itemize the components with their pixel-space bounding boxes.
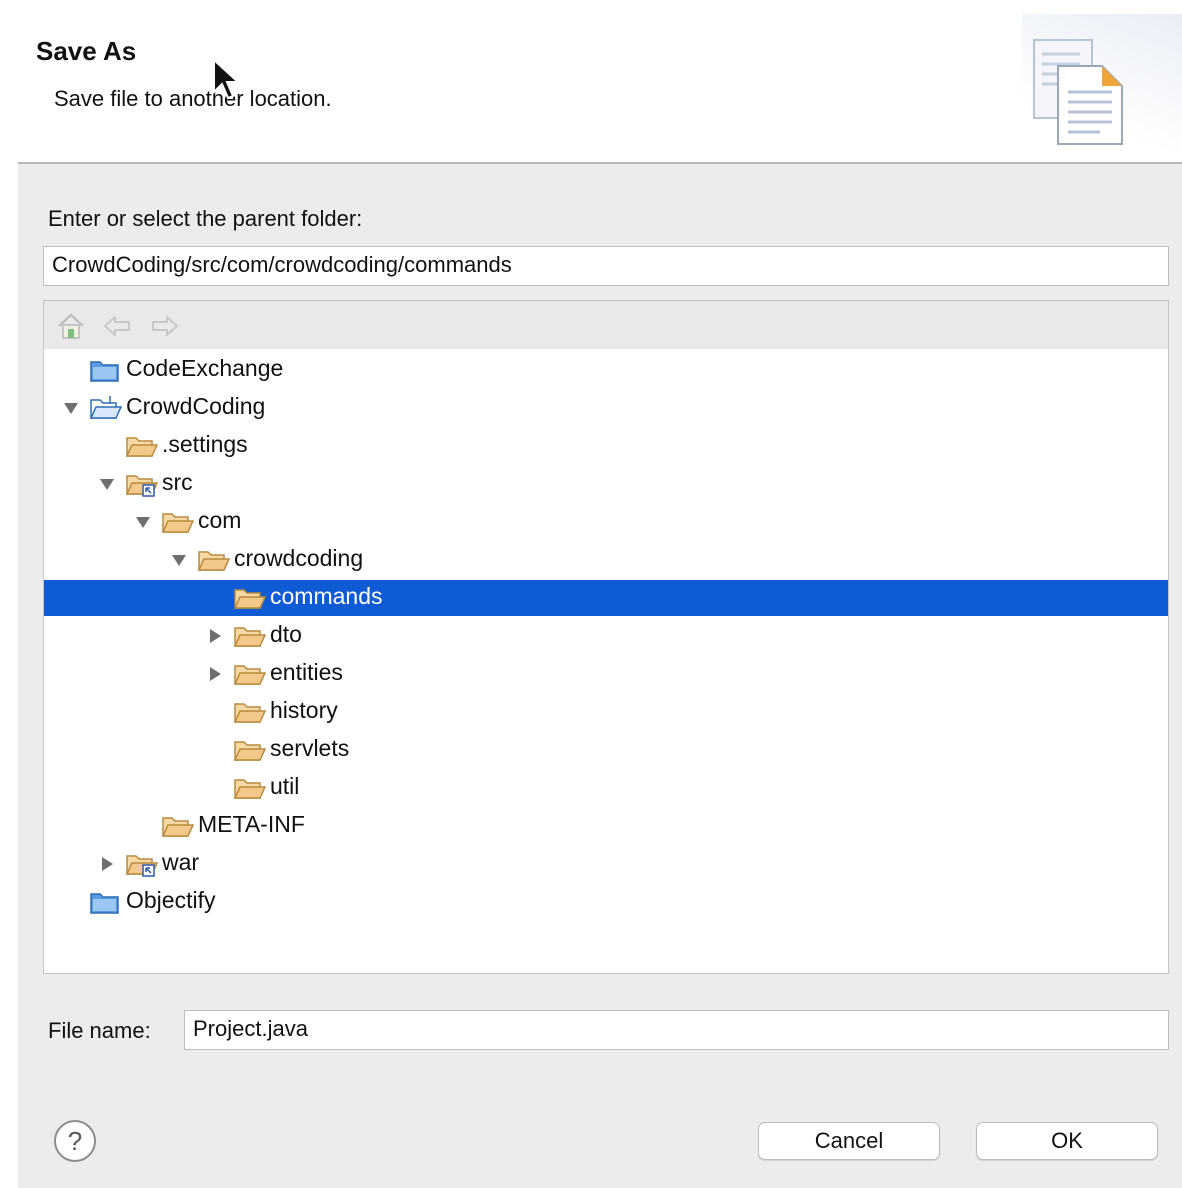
folder-icon: [233, 779, 266, 799]
mouse-cursor-icon: [213, 58, 241, 100]
tree-item-servlets[interactable]: servlets: [44, 732, 1168, 768]
tree-item-label: history: [270, 697, 338, 723]
project-open-icon: [89, 396, 122, 419]
tree-toolbar: [44, 301, 1168, 349]
collapsed-twisty-icon[interactable]: [206, 627, 224, 645]
folder-icon: [161, 817, 194, 837]
svg-text:?: ?: [68, 1126, 82, 1156]
tree-item-settings[interactable]: .settings: [44, 428, 1168, 464]
tree-item-com[interactable]: com: [44, 504, 1168, 540]
parent-folder-label: Enter or select the parent folder:: [48, 206, 363, 231]
project-closed-icon: [90, 361, 119, 382]
tree-item-crowdcoding[interactable]: CrowdCoding: [44, 390, 1168, 426]
ok-button[interactable]: OK: [976, 1122, 1158, 1160]
tree-item-label: src: [162, 469, 193, 495]
save-as-dialog: Save As Save file to another location. E…: [18, 14, 1182, 1188]
tree-item-label: META-INF: [198, 811, 305, 837]
folder-icon: [125, 437, 158, 457]
folder-icon: [161, 513, 194, 533]
cancel-button[interactable]: Cancel: [758, 1122, 940, 1160]
expanded-twisty-icon[interactable]: [134, 513, 152, 531]
tree-item-label: CodeExchange: [126, 355, 284, 381]
tree-item-label: war: [162, 849, 200, 875]
project-closed-icon: [90, 893, 119, 914]
home-icon[interactable]: [56, 311, 86, 341]
back-arrow-icon[interactable]: [102, 311, 132, 341]
tree-item-meta-inf[interactable]: META-INF: [44, 808, 1168, 844]
folder-icon: [233, 703, 266, 723]
help-icon[interactable]: ?: [52, 1118, 98, 1164]
tree-item-label: servlets: [270, 735, 350, 761]
tree-item-src[interactable]: src: [44, 466, 1168, 502]
copy-document-icon: [1033, 39, 1123, 145]
tree-item-commands[interactable]: commands: [44, 580, 1168, 616]
folder-icon: [233, 589, 266, 609]
tree-item-objectify[interactable]: Objectify: [44, 884, 1168, 920]
tree-item-label: dto: [270, 621, 302, 647]
folder-icon: [197, 551, 230, 571]
dialog-subtitle: Save file to another location.: [54, 86, 332, 111]
collapsed-twisty-icon[interactable]: [206, 665, 224, 683]
dialog-title: Save As: [36, 36, 137, 66]
tree-item-crowdcoding[interactable]: crowdcoding: [44, 542, 1168, 578]
source-folder-icon: [125, 475, 158, 497]
tree-item-codeexchange[interactable]: CodeExchange: [44, 352, 1168, 388]
tree-item-dto[interactable]: dto: [44, 618, 1168, 654]
tree-item-war[interactable]: war: [44, 846, 1168, 882]
tree-item-entities[interactable]: entities: [44, 656, 1168, 692]
folder-icon: [233, 627, 266, 647]
expanded-twisty-icon[interactable]: [98, 475, 116, 493]
expanded-twisty-icon[interactable]: [62, 399, 80, 417]
collapsed-twisty-icon[interactable]: [98, 855, 116, 873]
tree-item-label: crowdcoding: [234, 545, 364, 571]
folder-tree-panel: CodeExchange CrowdCoding .settings src com cr…: [43, 300, 1169, 974]
tree-item-label: commands: [270, 583, 383, 609]
tree-item-label: util: [270, 773, 300, 799]
folder-icon: [233, 665, 266, 685]
tree-item-label: entities: [270, 659, 343, 685]
tree-item-history[interactable]: history: [44, 694, 1168, 730]
forward-arrow-icon[interactable]: [150, 311, 180, 341]
tree-item-label: .settings: [162, 431, 248, 457]
file-name-label: File name:: [48, 1018, 151, 1043]
folder-icon: [233, 741, 266, 761]
tree-item-label: com: [198, 507, 242, 533]
source-folder-icon: [125, 855, 158, 877]
file-name-input[interactable]: Project.java: [184, 1010, 1169, 1050]
dialog-header: Save As Save file to another location.: [18, 14, 1182, 164]
expanded-twisty-icon[interactable]: [170, 551, 188, 569]
tree-item-label: Objectify: [126, 887, 216, 913]
tree-item-util[interactable]: util: [44, 770, 1168, 806]
parent-folder-input[interactable]: CrowdCoding/src/com/crowdcoding/commands: [43, 246, 1169, 286]
tree-item-label: CrowdCoding: [126, 393, 266, 419]
